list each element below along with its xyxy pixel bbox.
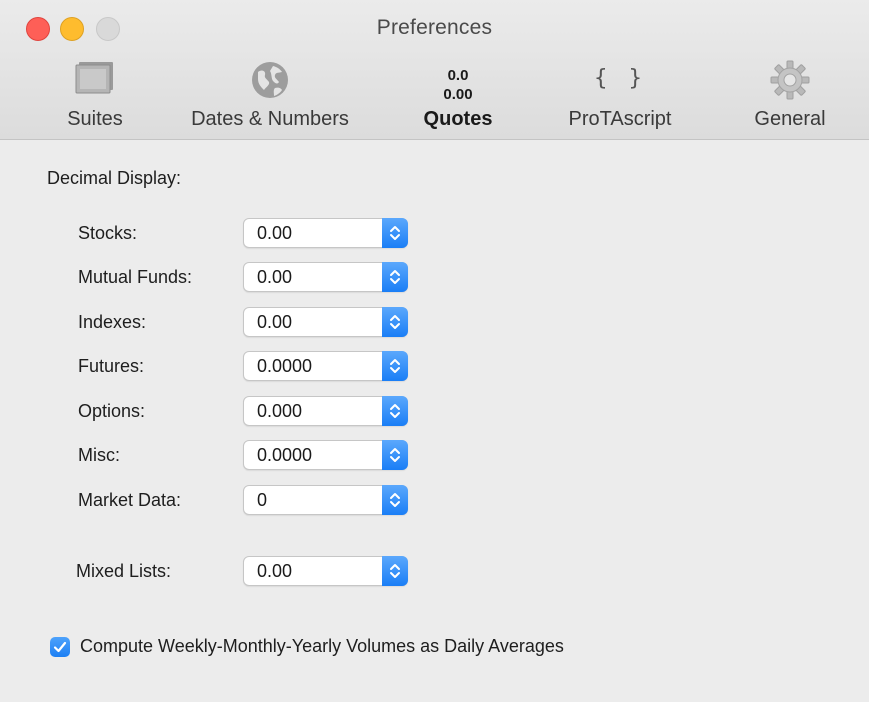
braces-icon: { } [594,66,646,91]
mixed-lists-popup[interactable]: 0.00 [243,556,408,586]
section-title: Decimal Display: [47,168,182,188]
tab-protascript[interactable]: { } ProTAscript [555,56,685,136]
tab-label: General [754,108,826,130]
popup-value: 0.00 [257,267,293,287]
quotes-icon: 0.0 0.00 [410,66,506,104]
daily-averages-label[interactable]: Compute Weekly-Monthly-Yearly Volumes as… [80,636,564,657]
misc-popup[interactable]: 0.0000 [243,440,408,470]
popup-value: 0.0000 [257,356,313,376]
tab-dates-numbers[interactable]: Dates & Numbers [180,56,360,136]
market-data-popup[interactable]: 0 [243,485,408,515]
options-popup[interactable]: 0.000 [243,396,408,426]
indexes-popup[interactable]: 0.00 [243,307,408,337]
mutual-funds-popup[interactable]: 0.00 [243,262,408,292]
tab-label: Suites [67,108,123,130]
indexes-label: Indexes: [78,312,147,332]
globe-icon [249,60,291,107]
chevron-updown-icon [382,396,408,426]
tab-label: Dates & Numbers [191,108,349,130]
window-toolbar: Preferences Suites Dates & Numbers 0.0 0… [0,0,869,140]
mutual-funds-label: Mutual Funds: [78,267,193,287]
chevron-updown-icon [382,262,408,292]
popup-value: 0.0000 [257,445,313,465]
suites-icon [73,60,117,101]
chevron-updown-icon [382,556,408,586]
daily-averages-checkbox[interactable] [50,637,70,657]
popup-value: 0.000 [257,401,303,421]
popup-value: 0 [257,490,268,510]
futures-label: Futures: [78,356,145,376]
popup-value: 0.00 [257,312,293,332]
misc-label: Misc: [78,445,120,465]
chevron-updown-icon [382,440,408,470]
tab-label: ProTAscript [568,108,672,130]
chevron-updown-icon [382,218,408,248]
stocks-popup[interactable]: 0.00 [243,218,408,248]
preferences-window: Preferences Suites Dates & Numbers 0.0 0… [0,0,869,702]
quotes-glyph-line1: 0.0 [447,67,469,84]
quotes-glyph-line2: 0.00 [443,86,473,103]
options-label: Options: [78,401,146,421]
popup-value: 0.00 [257,561,293,581]
window-title: Preferences [376,16,493,39]
mixed-lists-label: Mixed Lists: [76,561,172,581]
popup-value: 0.00 [257,223,293,243]
tab-suites[interactable]: Suites [50,56,140,136]
chevron-updown-icon [382,307,408,337]
stocks-label: Stocks: [78,223,138,243]
market-data-label: Market Data: [78,490,182,510]
checkmark-icon [53,641,67,653]
tab-label: Quotes [423,108,493,130]
futures-popup[interactable]: 0.0000 [243,351,408,381]
chevron-updown-icon [382,351,408,381]
tab-quotes[interactable]: 0.0 0.00 Quotes [410,56,506,136]
tab-general[interactable]: General [740,56,840,136]
chevron-updown-icon [382,485,408,515]
gear-icon [770,60,810,105]
